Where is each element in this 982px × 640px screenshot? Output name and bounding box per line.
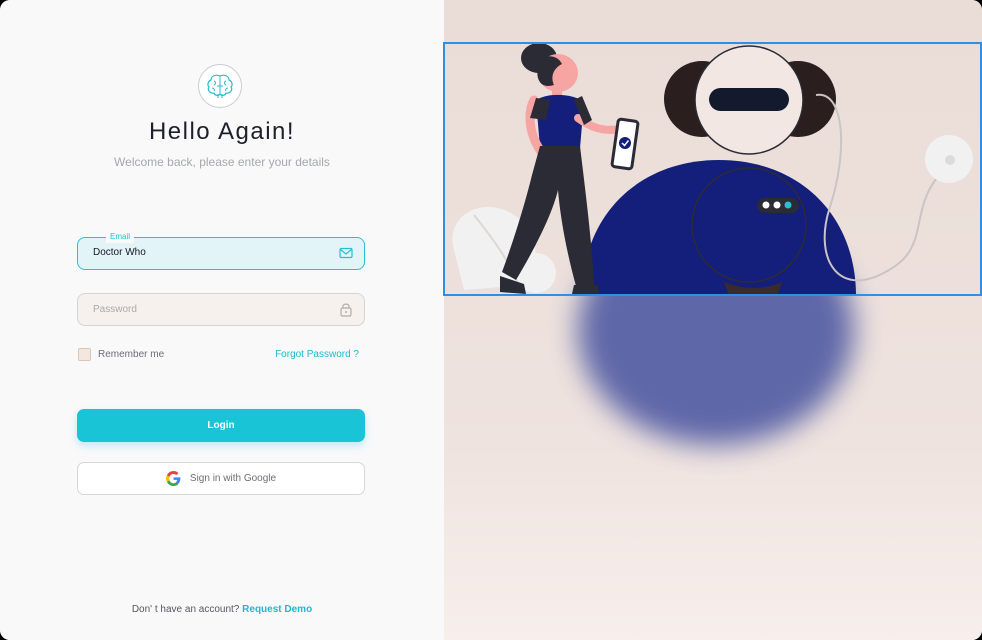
remember-checkbox[interactable] (78, 348, 91, 361)
remember-me[interactable]: Remember me (78, 348, 164, 361)
google-icon (165, 471, 181, 486)
forgot-password-link[interactable]: Forgot Password ? (275, 349, 359, 360)
signup-prompt: Don' t have an account? Request Demo (0, 604, 444, 615)
password-placeholder: Password (93, 304, 137, 315)
login-panel: Hello Again! Welcome back, please enter … (0, 0, 444, 640)
email-field[interactable]: Email Doctor Who (77, 231, 365, 270)
mail-icon (339, 247, 353, 259)
page-title: Hello Again! (148, 118, 296, 145)
remember-label: Remember me (98, 349, 165, 360)
robot-illustration (452, 43, 973, 445)
google-label: Sign in with Google (189, 473, 277, 484)
email-label: Email (106, 231, 135, 243)
app-logo (198, 64, 242, 108)
brain-icon (207, 74, 233, 98)
email-value: Doctor Who (93, 247, 146, 258)
google-signin-button[interactable]: Sign in with Google (77, 462, 365, 495)
request-demo-link[interactable]: Request Demo (242, 604, 312, 615)
signup-text: Don' t have an account? (131, 604, 240, 615)
illustration-panel (444, 0, 982, 640)
login-window: Hello Again! Welcome back, please enter … (0, 0, 982, 640)
login-button[interactable]: Login (77, 409, 365, 442)
password-field[interactable]: Password (77, 293, 365, 326)
page-subtitle: Welcome back, please enter your details (114, 155, 330, 169)
lock-icon (340, 303, 352, 317)
